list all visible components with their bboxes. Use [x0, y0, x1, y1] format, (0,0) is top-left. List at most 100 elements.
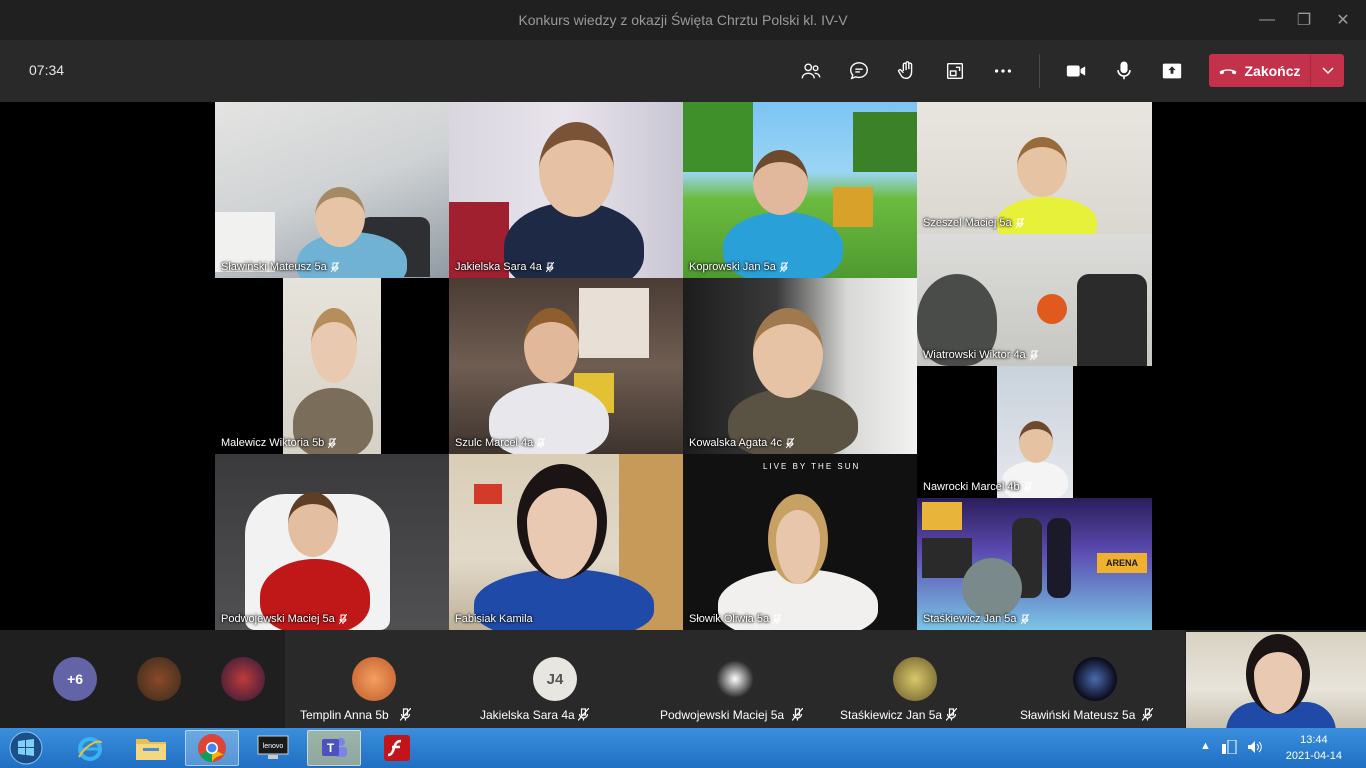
participant-name: Jakielska Sara 4a: [480, 708, 575, 722]
mic-off-icon: [1015, 217, 1024, 228]
mic-off-icon: [338, 613, 347, 624]
participant-label: Sławiński Mateusz 5a: [221, 261, 339, 273]
participant-name: Staśkiewicz Jan 5a: [840, 708, 943, 722]
mic-off-icon: [537, 437, 546, 448]
clock-time: 13:44: [1300, 734, 1328, 746]
video-tile[interactable]: Szulc Marcel 4a: [449, 278, 683, 454]
mic-off-icon: [946, 708, 957, 721]
video-tile[interactable]: LIVE BY THE SUN Słowik Oliwia 5a: [683, 454, 917, 630]
chat-icon[interactable]: [843, 55, 875, 87]
title-bar: Konkurs wiedzy z okazji Święta Chrztu Po…: [0, 0, 1366, 40]
video-tile[interactable]: Kowalska Agata 4c: [683, 278, 917, 454]
network-icon[interactable]: [1221, 740, 1237, 754]
mic-off-icon: [330, 261, 339, 272]
person-head: [315, 187, 365, 247]
video-tile[interactable]: Fabisiak Kamila: [449, 454, 683, 630]
person-head: [1246, 634, 1310, 714]
toolbar-divider: [1039, 54, 1040, 88]
video-tile[interactable]: Sławiński Mateusz 5a: [215, 102, 449, 278]
mic-off-icon: [400, 708, 411, 721]
window-title: Konkurs wiedzy z okazji Święta Chrztu Po…: [518, 12, 848, 28]
people-icon[interactable]: [795, 55, 827, 87]
avatar[interactable]: [137, 657, 181, 701]
video-tile[interactable]: Koprowski Jan 5a: [683, 102, 917, 278]
participant-label: Koprowski Jan 5a: [689, 261, 788, 273]
clock[interactable]: 13:44 2021-04-14: [1286, 732, 1342, 764]
meeting-timer: 07:34: [29, 62, 65, 78]
chrome-icon[interactable]: [185, 730, 239, 766]
participant-name: Templin Anna 5b: [300, 708, 389, 722]
teams-icon[interactable]: T: [307, 730, 361, 766]
system-tray: ▲: [1200, 740, 1263, 754]
share-tray-icon[interactable]: [939, 55, 971, 87]
avatar[interactable]: [221, 657, 265, 701]
avatar[interactable]: [713, 657, 757, 701]
mic-off-icon: [545, 261, 554, 272]
participant-label: Malewicz Wiktoria 5b: [221, 437, 337, 449]
video-tile[interactable]: Jakielska Sara 4a: [449, 102, 683, 278]
participant-label: Szeszel Maciej 5a: [923, 217, 1024, 229]
participant-label: Jakielska Sara 4a: [455, 261, 554, 273]
webcam-overlay: [922, 538, 972, 578]
video-tile[interactable]: Nawrocki Marcel 4b: [917, 366, 1152, 498]
person-head: [768, 494, 828, 584]
file-explorer-icon[interactable]: [124, 730, 178, 766]
person-head: [753, 150, 808, 215]
video-tile[interactable]: Wiatrowski Wiktor 4a: [917, 234, 1152, 366]
video-tile[interactable]: Szeszel Maciej 5a: [917, 102, 1152, 234]
end-call-label: Zakończ: [1244, 62, 1301, 79]
chair: [1077, 274, 1147, 366]
windows-start-icon[interactable]: [0, 730, 52, 766]
portrait-video: [997, 366, 1073, 498]
flash-icon[interactable]: [370, 730, 424, 766]
portrait-video: [283, 278, 381, 454]
mic-off-icon: [773, 613, 782, 624]
overflow-count[interactable]: +6: [53, 657, 97, 701]
tree-block: [853, 112, 917, 172]
avatar[interactable]: [1073, 657, 1117, 701]
teams-label: T: [327, 741, 335, 755]
avatar[interactable]: [352, 657, 396, 701]
person-head: [1017, 137, 1067, 197]
volume-icon[interactable]: [1247, 740, 1263, 754]
game-badge: [922, 502, 962, 530]
participant-label: Wiatrowski Wiktor 4a: [923, 349, 1038, 361]
participant-tray: +6 Templin Anna 5b J4 Jakielska Sara 4a …: [0, 630, 1366, 728]
flag: [474, 484, 502, 504]
avatar-initials[interactable]: J4: [533, 657, 577, 701]
person-head: [517, 464, 607, 579]
video-tile[interactable]: Podwojewski Maciej 5a: [215, 454, 449, 630]
share-screen-icon[interactable]: [1156, 55, 1188, 87]
close-button[interactable]: ✕: [1320, 0, 1366, 40]
shelf: [579, 288, 649, 358]
bee-block: [833, 187, 873, 227]
avatar[interactable]: [893, 657, 937, 701]
mic-off-icon: [328, 437, 337, 448]
participant-label: Słowik Oliwia 5a: [689, 613, 782, 625]
camera-icon[interactable]: [1060, 55, 1092, 87]
mic-off-icon: [578, 708, 589, 721]
more-icon[interactable]: [987, 55, 1019, 87]
end-call-button[interactable]: Zakończ: [1209, 54, 1344, 87]
clock-date: 2021-04-14: [1285, 750, 1342, 762]
mic-off-icon: [1142, 708, 1153, 721]
lenovo-label: lenovo: [263, 743, 284, 750]
lenovo-icon[interactable]: lenovo: [246, 730, 300, 766]
video-tile[interactable]: ARENA Staśkiewicz Jan 5a: [917, 498, 1152, 630]
participant-label: Szulc Marcel 4a: [455, 437, 546, 449]
end-call-main[interactable]: Zakończ: [1209, 54, 1310, 87]
mic-off-icon: [1023, 481, 1032, 492]
internet-explorer-icon[interactable]: [63, 730, 117, 766]
wall-text: LIVE BY THE SUN: [763, 462, 861, 471]
chevron-up-icon[interactable]: ▲: [1200, 740, 1211, 754]
self-view[interactable]: [1186, 632, 1366, 728]
game-character: [1047, 518, 1071, 598]
mic-icon[interactable]: [1108, 55, 1140, 87]
video-tile[interactable]: Malewicz Wiktoria 5b: [215, 278, 449, 454]
person-head: [524, 308, 579, 383]
participant-name: Podwojewski Maciej 5a: [660, 708, 785, 722]
raise-hand-icon[interactable]: [891, 55, 923, 87]
end-call-dropdown[interactable]: [1310, 54, 1344, 87]
person-head: [753, 308, 823, 398]
orange-object: [1037, 294, 1067, 324]
